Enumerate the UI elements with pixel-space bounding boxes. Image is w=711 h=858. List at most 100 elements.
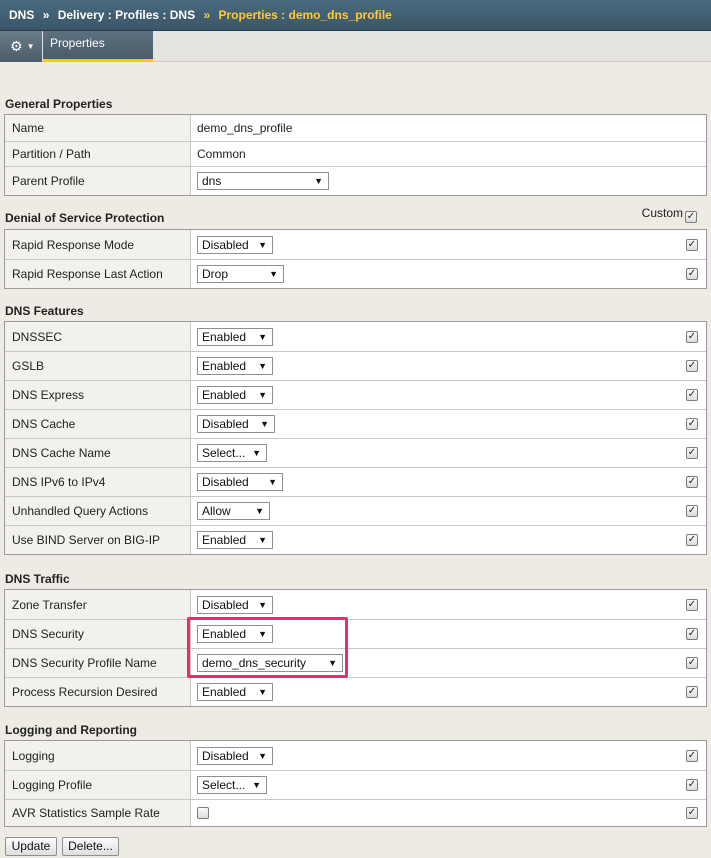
dns-traffic-table: Zone Transfer Disabled ▼ ✓ DNS Security E…: [4, 589, 707, 707]
process-recursion-desired-select[interactable]: Enabled ▼: [197, 683, 273, 701]
custom-checkbox[interactable]: ✓: [686, 779, 698, 791]
parent-profile-select[interactable]: dns ▼: [197, 172, 329, 190]
row-label: Unhandled Query Actions: [5, 497, 191, 525]
dns-security-profile-name-select[interactable]: demo_dns_security ▼: [197, 654, 343, 672]
custom-checkbox[interactable]: ✓: [686, 505, 698, 517]
dropdown-arrow-icon: ▼: [269, 269, 278, 279]
row-label: Use BIND Server on BIG-IP: [5, 526, 191, 554]
custom-checkbox[interactable]: ✓: [686, 476, 698, 488]
zone-transfer-select[interactable]: Disabled ▼: [197, 595, 273, 614]
custom-checkbox[interactable]: ✓: [686, 534, 698, 546]
section-title-logging: Logging and Reporting: [5, 723, 137, 737]
logging-select[interactable]: Disabled ▼: [197, 746, 273, 765]
rapid-response-mode-select[interactable]: Disabled ▼: [197, 235, 273, 254]
row-label: Logging: [5, 741, 191, 770]
table-row: DNS Cache Name Select... ▼ ✓: [5, 438, 706, 467]
dns-cache-name-select[interactable]: Select... ▼: [197, 444, 267, 462]
custom-checkbox[interactable]: ✓: [685, 211, 697, 223]
table-row: Name demo_dns_profile: [5, 115, 706, 141]
dropdown-arrow-icon: ▼: [314, 176, 323, 186]
dns-features-table: DNSSEC Enabled ▼ ✓ GSLB Enabled ▼ ✓ DNS Ex…: [4, 321, 707, 555]
row-label: DNS IPv6 to IPv4: [5, 468, 191, 496]
table-row: Logging Disabled ▼ ✓: [5, 741, 706, 770]
dropdown-arrow-icon: ▼: [260, 419, 269, 429]
custom-checkbox[interactable]: ✓: [686, 657, 698, 669]
dropdown-arrow-icon: ▼: [252, 448, 261, 458]
dnssec-select[interactable]: Enabled ▼: [197, 327, 273, 346]
section-title-dos: Denial of Service Protection: [5, 211, 165, 225]
custom-checkbox[interactable]: ✓: [686, 389, 698, 401]
partition-value: Common: [197, 147, 246, 161]
breadcrumb-separator: »: [42, 8, 50, 22]
gear-icon: ⚙: [10, 38, 23, 54]
table-row: DNS Express Enabled ▼ ✓: [5, 380, 706, 409]
dns-security-select[interactable]: Enabled ▼: [197, 625, 273, 643]
delete-button[interactable]: Delete...: [62, 837, 119, 856]
unhandled-query-actions-select[interactable]: Allow ▼: [197, 502, 270, 520]
chevron-down-icon: ▼: [26, 42, 35, 51]
section-title-features: DNS Features: [5, 304, 84, 318]
custom-checkbox[interactable]: ✓: [686, 749, 698, 762]
dns-ipv6-to-ipv4-select[interactable]: Disabled ▼: [197, 473, 283, 491]
row-label: Process Recursion Desired: [5, 678, 191, 706]
breadcrumb: DNS » Delivery : Profiles : DNS » Proper…: [0, 0, 711, 31]
dropdown-arrow-icon: ▼: [258, 687, 267, 697]
dropdown-arrow-icon: ▼: [258, 331, 267, 342]
row-label: AVR Statistics Sample Rate: [5, 800, 191, 826]
row-label: Logging Profile: [5, 771, 191, 799]
custom-checkbox[interactable]: ✓: [686, 360, 698, 372]
custom-toggle: Custom ✓: [641, 206, 697, 223]
dropdown-arrow-icon: ▼: [328, 658, 337, 668]
custom-checkbox[interactable]: ✓: [686, 807, 698, 819]
table-row: Parent Profile dns ▼: [5, 166, 706, 195]
profile-name-value: demo_dns_profile: [197, 121, 293, 135]
table-row: DNS Security Profile Name demo_dns_secur…: [5, 648, 706, 677]
dropdown-arrow-icon: ▼: [258, 599, 267, 610]
row-label: DNSSEC: [5, 322, 191, 351]
dropdown-arrow-icon: ▼: [258, 361, 267, 371]
section-title-traffic: DNS Traffic: [5, 572, 70, 586]
table-row: Zone Transfer Disabled ▼ ✓: [5, 590, 706, 619]
custom-checkbox[interactable]: ✓: [686, 598, 698, 611]
logging-table: Logging Disabled ▼ ✓ Logging Profile Sele…: [4, 740, 707, 827]
dropdown-arrow-icon: ▼: [258, 239, 267, 250]
dropdown-arrow-icon: ▼: [258, 629, 267, 639]
gear-menu-button[interactable]: ⚙ ▼: [0, 31, 42, 62]
dos-table: Rapid Response Mode Disabled ▼ ✓ Rapid Re…: [4, 229, 707, 289]
breadcrumb-separator: »: [203, 8, 211, 22]
tab-properties[interactable]: Properties: [43, 31, 153, 62]
row-label: GSLB: [5, 352, 191, 380]
custom-checkbox[interactable]: ✓: [686, 238, 698, 251]
section-title-general: General Properties: [5, 97, 113, 111]
custom-label: Custom: [641, 206, 683, 220]
table-row: AVR Statistics Sample Rate ✓: [5, 799, 706, 826]
breadcrumb-current: Properties : demo_dns_profile: [218, 8, 392, 22]
breadcrumb-item-profiles[interactable]: Delivery : Profiles : DNS: [58, 8, 195, 22]
row-label: Partition / Path: [5, 142, 191, 166]
custom-checkbox[interactable]: ✓: [686, 447, 698, 459]
avr-statistics-checkbox[interactable]: [197, 807, 209, 819]
logging-profile-select[interactable]: Select... ▼: [197, 776, 267, 794]
row-label: DNS Express: [5, 381, 191, 409]
dns-express-select[interactable]: Enabled ▼: [197, 386, 273, 404]
table-row: DNS IPv6 to IPv4 Disabled ▼ ✓: [5, 467, 706, 496]
custom-checkbox[interactable]: ✓: [686, 418, 698, 430]
row-label: Rapid Response Last Action: [5, 260, 191, 288]
custom-checkbox[interactable]: ✓: [686, 268, 698, 280]
row-label: Name: [5, 115, 191, 141]
table-row: Process Recursion Desired Enabled ▼ ✓: [5, 677, 706, 706]
custom-checkbox[interactable]: ✓: [686, 686, 698, 698]
use-bind-server-select[interactable]: Enabled ▼: [197, 531, 273, 549]
breadcrumb-item-dns[interactable]: DNS: [9, 8, 34, 22]
custom-checkbox[interactable]: ✓: [686, 628, 698, 640]
dropdown-arrow-icon: ▼: [258, 390, 267, 400]
custom-checkbox[interactable]: ✓: [686, 330, 698, 343]
gslb-select[interactable]: Enabled ▼: [197, 357, 273, 375]
update-button[interactable]: Update: [5, 837, 57, 856]
dns-cache-select[interactable]: Disabled ▼: [197, 415, 275, 433]
table-row: Logging Profile Select... ▼ ✓: [5, 770, 706, 799]
select-value: dns: [202, 174, 222, 188]
table-row: Unhandled Query Actions Allow ▼ ✓: [5, 496, 706, 525]
dropdown-arrow-icon: ▼: [252, 780, 261, 790]
rapid-response-last-action-select[interactable]: Drop ▼: [197, 265, 284, 283]
